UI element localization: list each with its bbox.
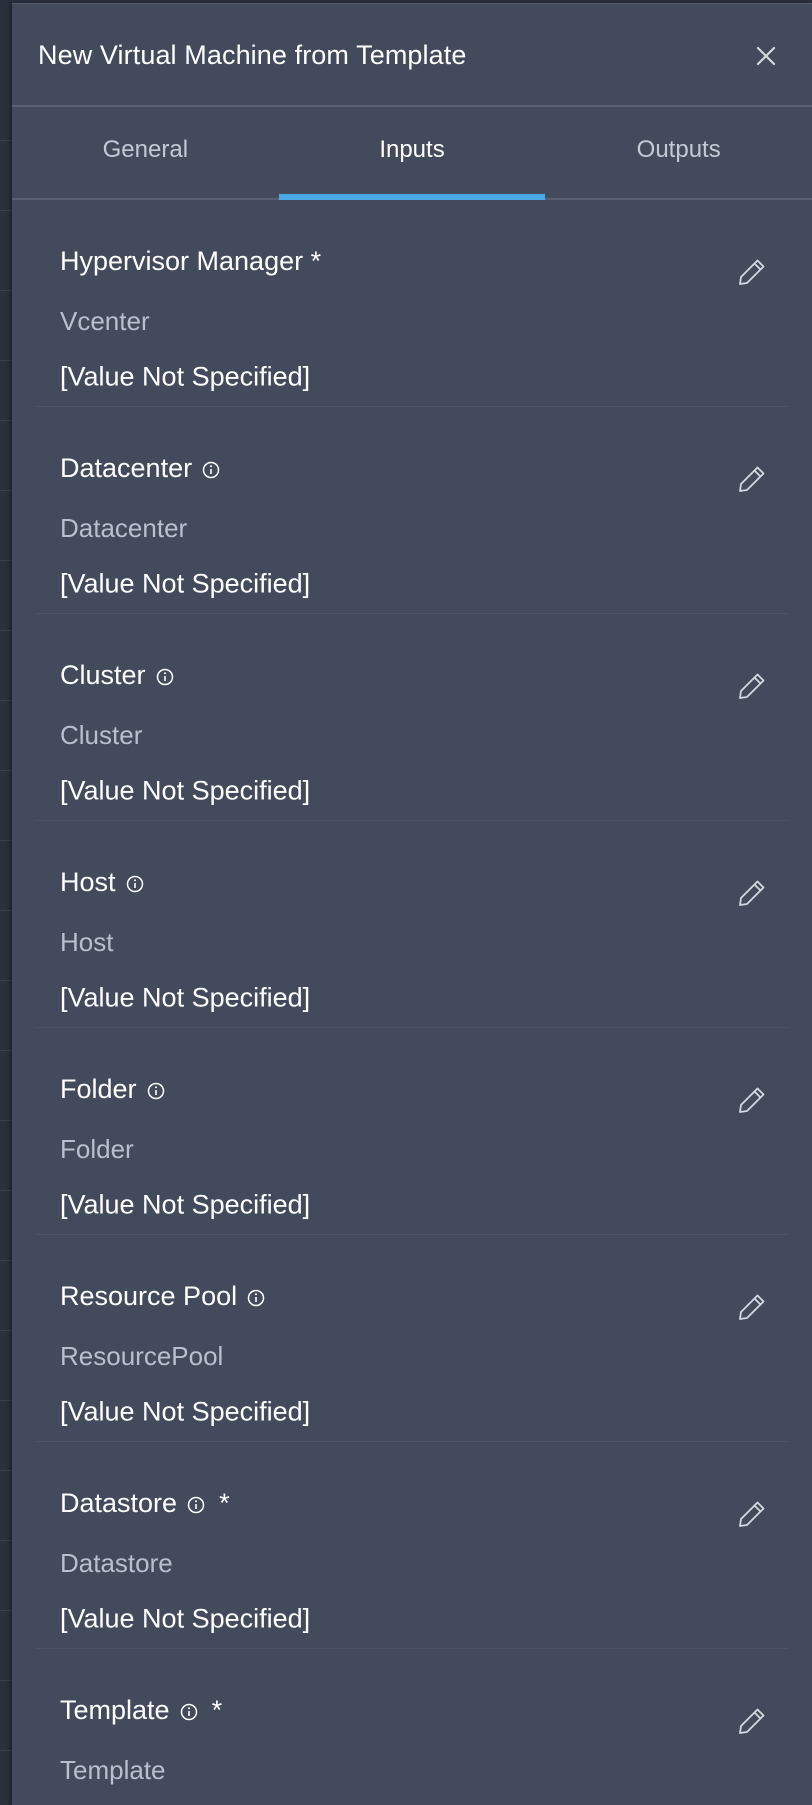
field-datastore: Datastore * Datastore [Value Not Specifi…: [36, 1442, 788, 1649]
field-value: [Value Not Specified]: [60, 1396, 311, 1427]
info-icon[interactable]: [247, 1289, 265, 1307]
field-label-text: Datacenter: [60, 453, 193, 483]
field-folder: Folder Folder [Value Not Specified]: [36, 1028, 788, 1235]
field-type: Template: [60, 1755, 166, 1785]
field-label-text: Host: [60, 867, 116, 897]
close-button[interactable]: [750, 40, 782, 72]
tab-general[interactable]: General: [12, 107, 279, 198]
close-icon: [756, 46, 776, 66]
field-label-text: Cluster: [60, 660, 146, 690]
info-icon[interactable]: [187, 1496, 205, 1514]
edit-button[interactable]: [736, 877, 768, 909]
pencil-icon: [739, 1501, 765, 1527]
pencil-icon: [739, 1087, 765, 1113]
edit-button[interactable]: [736, 463, 768, 495]
input-fields-list: Hypervisor Manager * Vcenter [Value Not …: [12, 200, 812, 1805]
field-label-text: Folder: [60, 1074, 137, 1104]
field-label: Cluster: [60, 660, 174, 691]
field-label-text: Template: [60, 1695, 170, 1725]
pencil-icon: [739, 1294, 765, 1320]
field-label-text: Resource Pool: [60, 1281, 238, 1311]
tab-inputs[interactable]: Inputs: [278, 107, 546, 200]
field-value: [Value Not Specified]: [60, 1189, 311, 1220]
edit-button[interactable]: [736, 670, 768, 702]
tab-outputs[interactable]: Outputs: [545, 107, 812, 198]
field-datacenter: Datacenter Datacenter [Value Not Specifi…: [36, 407, 788, 614]
field-label: Host: [60, 867, 144, 898]
pencil-icon: [739, 1708, 765, 1734]
edit-button[interactable]: [736, 256, 768, 288]
field-type: Vcenter: [60, 306, 150, 336]
panel-header: New Virtual Machine from Template: [12, 4, 812, 107]
edit-button[interactable]: [736, 1498, 768, 1530]
field-type: ResourcePool: [60, 1341, 224, 1371]
info-icon[interactable]: [126, 875, 144, 893]
field-label: Hypervisor Manager *: [60, 246, 321, 277]
field-label-text: Datastore: [60, 1488, 178, 1518]
info-icon[interactable]: [156, 668, 174, 686]
field-label: Folder: [60, 1074, 165, 1105]
field-label-text: Hypervisor Manager *: [60, 246, 322, 276]
info-icon[interactable]: [147, 1082, 165, 1100]
field-resource-pool: Resource Pool ResourcePool [Value Not Sp…: [36, 1235, 788, 1442]
tab-bar: General Inputs Outputs: [12, 107, 812, 200]
field-label: Datacenter: [60, 453, 220, 484]
info-icon[interactable]: [180, 1703, 198, 1721]
pencil-icon: [739, 880, 765, 906]
dialog-title: New Virtual Machine from Template: [38, 40, 467, 70]
field-value: [Value Not Specified]: [60, 1603, 311, 1634]
field-cluster: Cluster Cluster [Value Not Specified]: [36, 614, 788, 821]
field-value: [Value Not Specified]: [60, 568, 311, 599]
field-value: [Value Not Specified]: [60, 982, 311, 1013]
field-label: Datastore *: [60, 1488, 230, 1519]
field-type: Datastore: [60, 1548, 173, 1578]
pencil-icon: [739, 259, 765, 285]
field-value: [Value Not Specified]: [60, 775, 311, 806]
field-label: Template *: [60, 1695, 222, 1726]
field-value: [Value Not Specified]: [60, 361, 311, 392]
pencil-icon: [739, 673, 765, 699]
field-hypervisor-manager: Hypervisor Manager * Vcenter [Value Not …: [36, 200, 788, 407]
field-type: Datacenter: [60, 513, 188, 543]
edit-button[interactable]: [736, 1705, 768, 1737]
edit-button[interactable]: [736, 1291, 768, 1323]
required-indicator: *: [219, 1488, 230, 1518]
field-type: Cluster: [60, 720, 143, 750]
field-template: Template * Template: [36, 1649, 788, 1805]
field-host: Host Host [Value Not Specified]: [36, 821, 788, 1028]
task-properties-panel: New Virtual Machine from Template Genera…: [12, 3, 812, 1805]
required-indicator: *: [211, 1695, 223, 1725]
edit-button[interactable]: [736, 1084, 768, 1116]
field-type: Folder: [60, 1134, 134, 1164]
info-icon[interactable]: [202, 461, 220, 479]
field-label: Resource Pool: [60, 1281, 265, 1312]
pencil-icon: [739, 466, 765, 492]
field-type: Host: [60, 927, 114, 957]
